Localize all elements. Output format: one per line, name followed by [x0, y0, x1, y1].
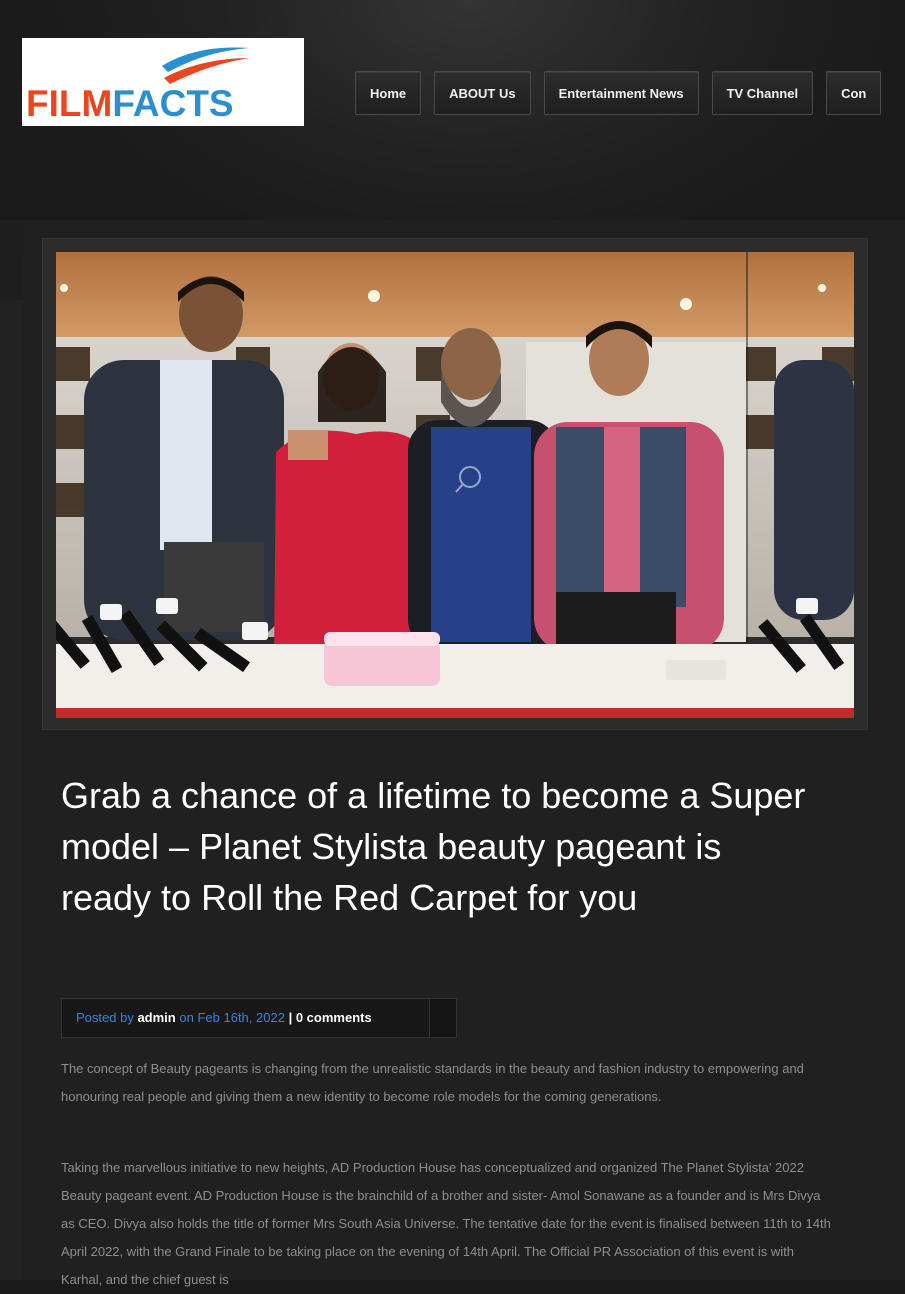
- nav-item-tv-channel[interactable]: TV Channel: [711, 71, 814, 115]
- post-paragraph: Taking the marvellous initiative to new …: [61, 1160, 831, 1287]
- on-label: on: [179, 1010, 194, 1025]
- nav-item-contact[interactable]: Con: [826, 71, 882, 115]
- comments-link[interactable]: 0 comments: [296, 1010, 372, 1025]
- site-logo[interactable]: FILMFACTS: [22, 38, 304, 126]
- nav-item-about-us[interactable]: ABOUT Us: [434, 71, 531, 115]
- nav-item-entertainment-news[interactable]: Entertainment News: [543, 71, 699, 115]
- logo-text-film: FILM: [26, 83, 113, 124]
- meta-bar-tail: [429, 999, 456, 1037]
- featured-image[interactable]: [56, 252, 854, 718]
- nav-item-home[interactable]: Home: [355, 71, 422, 115]
- logo-text-facts: FACTS: [112, 83, 234, 124]
- post-date: Feb 16th, 2022: [197, 1010, 285, 1025]
- left-edge-strip: [0, 300, 22, 1280]
- author-link[interactable]: admin: [137, 1010, 175, 1025]
- posted-by-label: Posted by: [76, 1010, 134, 1025]
- featured-image-frame: [42, 238, 868, 730]
- logo-swoosh-icon: [162, 47, 250, 84]
- post-paragraph: The concept of Beauty pageants is changi…: [61, 1061, 804, 1104]
- main-navigation: Home ABOUT Us Entertainment News TV Chan…: [355, 71, 882, 117]
- post-meta-bar: Posted by admin on Feb 16th, 2022 | 0 co…: [61, 998, 457, 1038]
- meta-separator: |: [288, 1010, 293, 1025]
- logo-text: FILMFACTS: [26, 84, 234, 124]
- post-content-panel: Grab a chance of a lifetime to become a …: [22, 220, 905, 1287]
- post-title[interactable]: Grab a chance of a lifetime to become a …: [61, 770, 821, 923]
